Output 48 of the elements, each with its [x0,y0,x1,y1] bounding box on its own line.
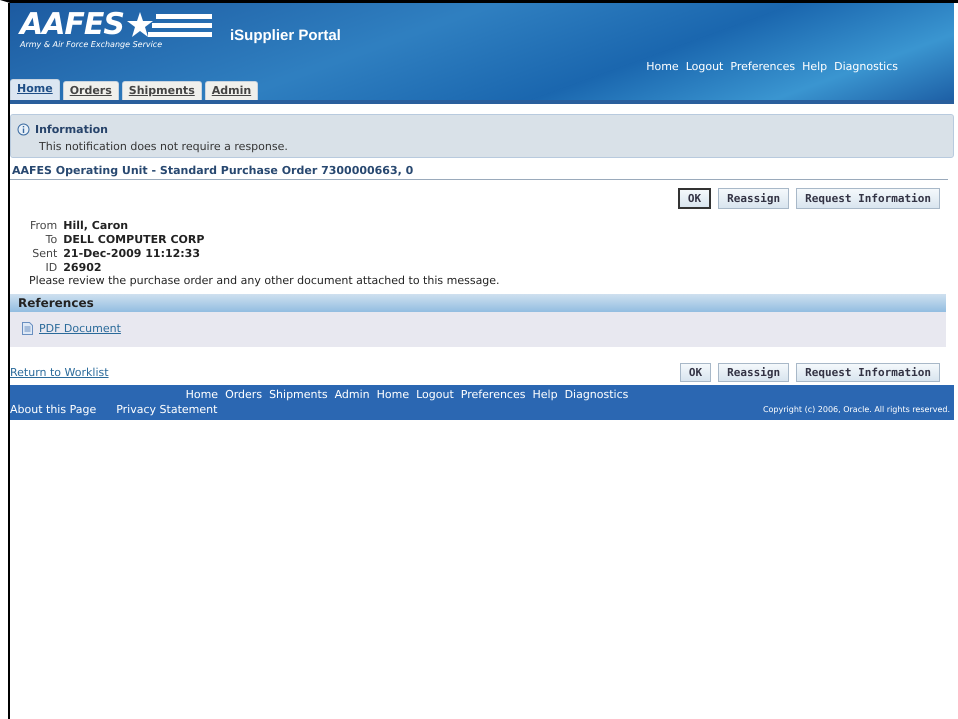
footer-link[interactable]: Admin [334,388,370,401]
footer-link[interactable]: Diagnostics [564,388,628,401]
info-icon [17,123,30,136]
field-label: From [30,219,58,232]
field-label: Sent [31,247,58,260]
footer-link[interactable]: Help [532,388,558,401]
field-label: ID [44,261,58,274]
global-link[interactable]: Help [802,60,828,73]
nav-tab[interactable]: Shipments [122,81,202,100]
logo-text: AAFES [20,11,124,39]
references-header: References [10,294,946,312]
global-link[interactable]: Preferences [730,60,796,73]
star-stripes-icon [126,12,214,38]
action-button[interactable]: Request Information [796,188,940,209]
action-button[interactable]: Reassign [718,363,790,382]
logo-subtitle: Army & Air Force Exchange Service [20,40,164,49]
action-button[interactable]: Request Information [796,363,940,382]
copyright-text: Copyright (c) 2006, Oracle. All rights reserved. [762,405,951,414]
document-icon [22,322,33,335]
field-label: To [44,233,58,246]
global-link[interactable]: Logout [686,60,724,73]
global-link[interactable]: Diagnostics [834,60,898,73]
nav-tab[interactable]: Home [10,79,60,100]
action-button[interactable]: OK [680,363,712,382]
footer-link[interactable]: Privacy Statement [116,403,218,416]
footer-link[interactable]: Orders [225,388,262,401]
footer-link[interactable]: Logout [416,388,454,401]
instruction-text: Please review the purchase order and any other document attached to this message. [28,274,501,287]
field-value: 21-Dec-2009 11:12:33 [63,247,201,260]
document-link[interactable]: PDF Document [39,322,121,335]
field-value: Hill, Caron [63,219,130,232]
footer-link[interactable]: Preferences [460,388,526,401]
footer-link[interactable]: Shipments [269,388,328,401]
action-button[interactable]: Reassign [718,188,790,209]
footer-link[interactable]: Home [186,388,218,401]
page-title: AAFES Operating Unit - Standard Purchase Order 7300000663, 0 [10,164,948,180]
return-link[interactable]: Return to Worklist [10,366,109,379]
footer-link[interactable]: Home [376,388,410,401]
field-value: 26902 [63,261,103,274]
info-message: This notification does not require a response. [38,140,289,153]
global-link[interactable]: Home [646,60,679,73]
nav-tab[interactable]: Admin [204,81,258,100]
app-title: iSupplier Portal [230,27,341,44]
nav-tab[interactable]: Orders [62,81,119,100]
footer-link[interactable]: About this Page [10,403,96,416]
action-button[interactable]: OK [678,188,712,209]
field-value: DELL COMPUTER CORP [63,233,204,246]
info-title: Information [35,123,108,136]
